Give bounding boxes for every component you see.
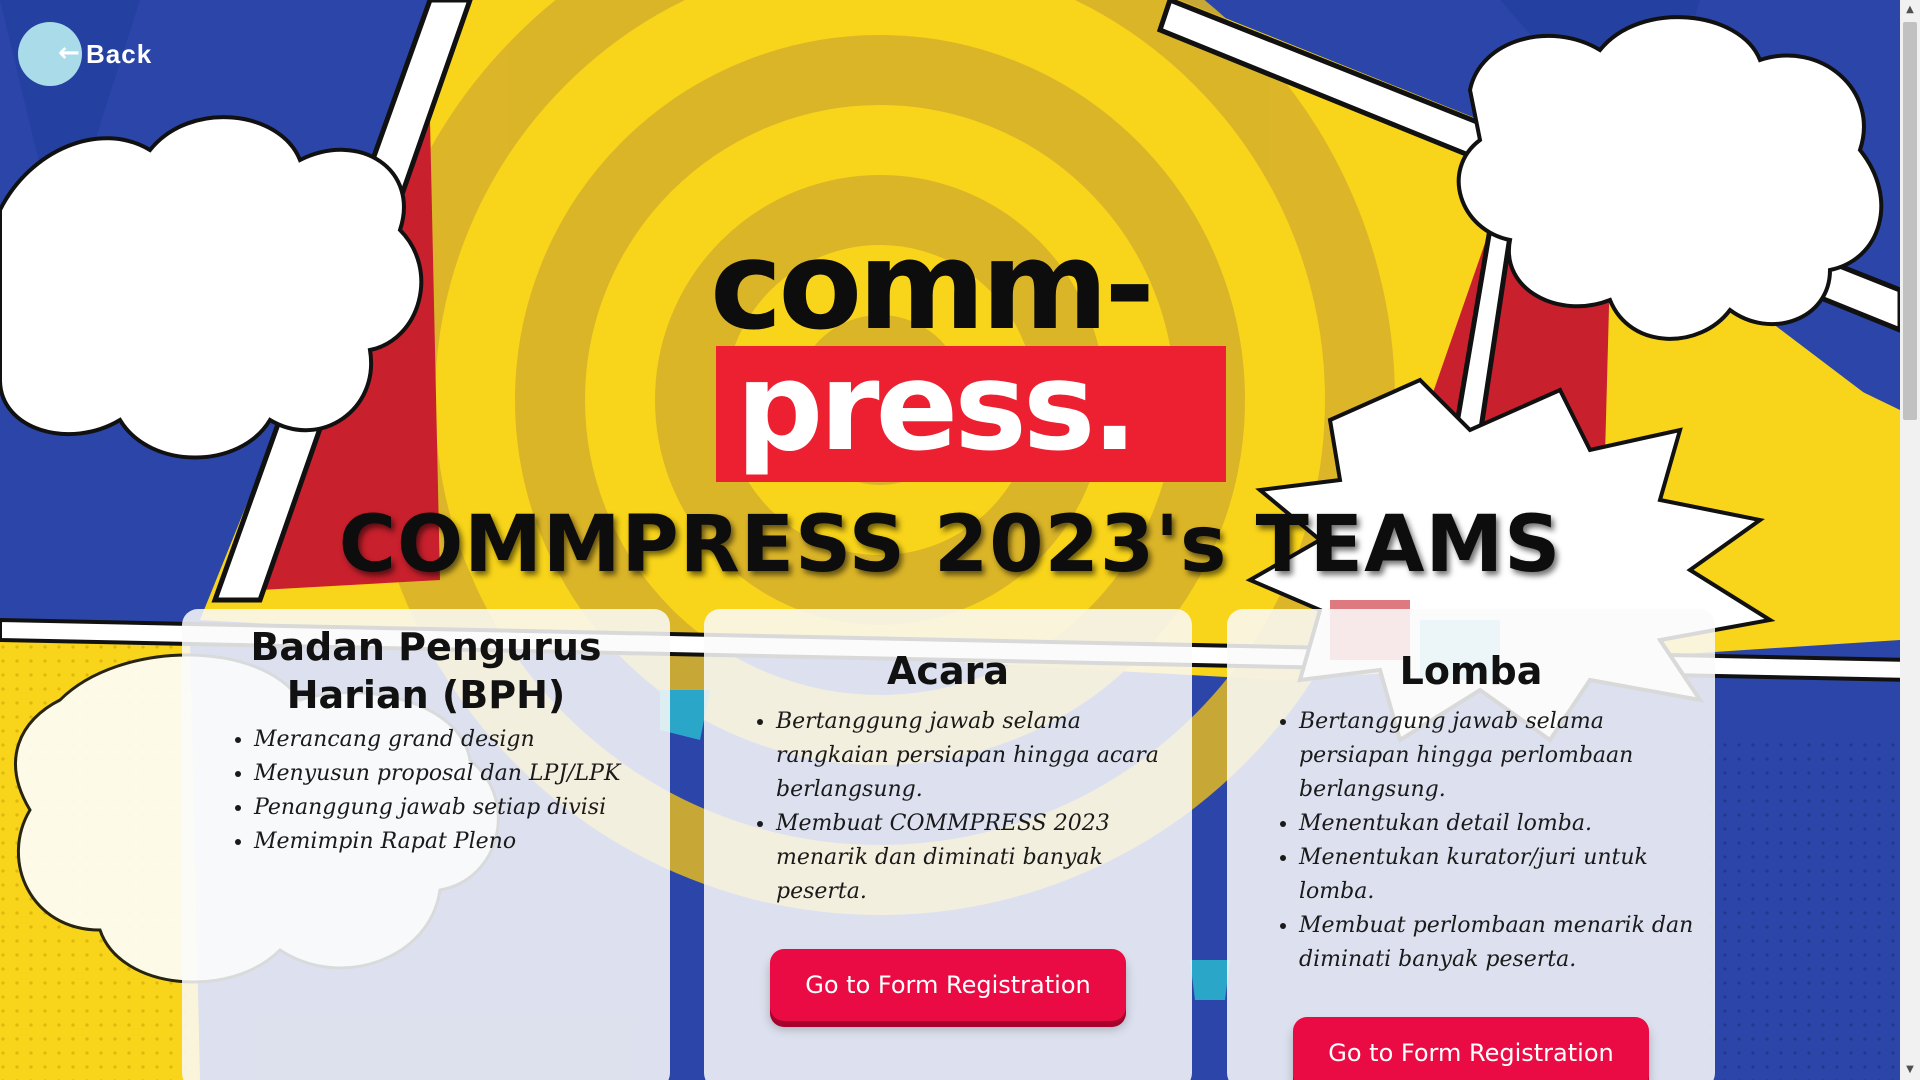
back-label: Back (86, 38, 153, 69)
duty-list: Bertanggung jawab selama persiapan hingg… (1247, 705, 1695, 977)
list-item: Menentukan detail lomba. (1299, 807, 1695, 841)
list-item: Menyusun proposal dan LPJ/LPK (254, 757, 650, 791)
list-item: Menentukan kurator/juri untuk lomba. (1299, 841, 1695, 909)
commpress-logo: comm- press. (710, 225, 1276, 482)
card-title: Badan Pengurus Harian (BPH) (250, 625, 602, 717)
list-item: Membuat COMMPRESS 2023 menarik dan dimin… (776, 807, 1172, 909)
card-title: Acara (887, 649, 1009, 693)
duty-list: Bertanggung jawab selama rangkaian persi… (724, 705, 1172, 909)
caret-up-icon[interactable]: ▲ (1900, 0, 1920, 20)
team-card-acara: Acara Bertanggung jawab selama rangkaian… (704, 609, 1192, 1080)
form-registration-button-acara[interactable]: Go to Form Registration (770, 949, 1126, 1021)
arrow-left-icon: ← (58, 38, 80, 68)
back-button-circle: ← (18, 22, 82, 86)
page: ← Back comm- press. COMMPRESS 2023's TEA… (0, 0, 1920, 1080)
team-card-bph: Badan Pengurus Harian (BPH) Merancang gr… (182, 609, 670, 1080)
card-title: Lomba (1399, 649, 1543, 693)
list-item: Memimpin Rapat Pleno (254, 825, 650, 859)
form-registration-button-lomba[interactable]: Go to Form Registration (1293, 1017, 1649, 1080)
back-button[interactable]: ← Back (18, 22, 152, 86)
list-item: Bertanggung jawab selama rangkaian persi… (776, 705, 1172, 807)
team-card-lomba: Lomba Bertanggung jawab selama persiapan… (1227, 609, 1715, 1080)
vertical-scrollbar[interactable]: ▲ ▼ (1900, 0, 1920, 1080)
list-item: Membuat perlombaan menarik dan diminati … (1299, 909, 1695, 977)
list-item: Penanggung jawab setiap divisi (254, 791, 650, 825)
logo-line-1: comm- (710, 215, 1155, 357)
page-title: COMMPRESS 2023's TEAMS (338, 500, 1562, 590)
logo-line-2: press. (716, 346, 1226, 482)
list-item: Bertanggung jawab selama persiapan hingg… (1299, 705, 1695, 807)
scrollbar-thumb[interactable] (1903, 22, 1917, 420)
cloud-left (0, 115, 424, 460)
list-item: Merancang grand design (254, 723, 650, 757)
caret-down-icon[interactable]: ▼ (1900, 1060, 1920, 1080)
duty-list: Merancang grand design Menyusun proposal… (202, 723, 650, 859)
